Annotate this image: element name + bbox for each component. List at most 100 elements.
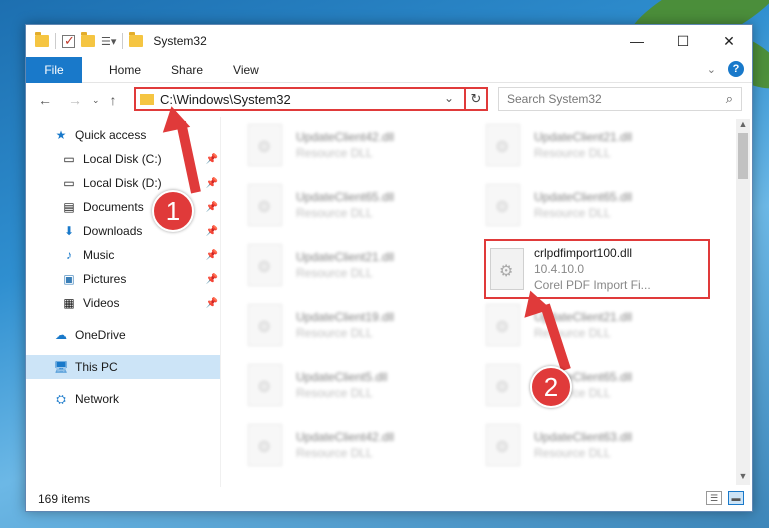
list-item[interactable]: UpdateClient65.dllResource DLL (486, 361, 716, 409)
pin-icon[interactable]: 📌 (206, 274, 218, 285)
sidebar-item-label: Local Disk (C:) (83, 152, 162, 166)
list-item[interactable]: UpdateClient42.dll Resource DLL (248, 421, 478, 469)
search-input[interactable]: Search System32 ⌕ (498, 87, 742, 111)
tab-view[interactable]: View (218, 63, 274, 77)
list-item[interactable]: UpdateClient21.dll Resource DLL (486, 121, 716, 169)
list-item[interactable]: UpdateClient42.dll Resource DLL (248, 121, 478, 169)
scrollbar-thumb[interactable] (738, 133, 748, 179)
properties-icon[interactable] (62, 33, 75, 49)
title-bar: ☰▾ System32 — ☐ ✕ (26, 25, 752, 57)
minimize-button[interactable]: — (614, 25, 660, 57)
scroll-up-icon[interactable]: ▲ (736, 119, 750, 133)
dll-file-icon (248, 364, 282, 406)
dll-file-icon (486, 424, 520, 466)
step-2-badge: 2 (530, 366, 572, 408)
file-name: UpdateClient65.dll (534, 190, 633, 204)
sidebar-item-label: Downloads (83, 224, 143, 238)
music-icon: ♪ (66, 248, 72, 262)
back-button[interactable]: ← (38, 92, 52, 108)
file-name: UpdateClient21.dll (534, 130, 633, 144)
network-icon: ⛭ (56, 391, 66, 406)
view-toggle: ☰ ▬ (706, 491, 744, 505)
scroll-down-icon[interactable]: ▼ (736, 471, 750, 485)
file-version: 10.4.10.0 (534, 262, 585, 276)
sidebar-item-downloads[interactable]: ⬇ Downloads 📌 (26, 219, 220, 243)
file-type: Resource DLL (296, 266, 373, 280)
file-name: UpdateClient19.dll (296, 310, 395, 324)
file-type: Resource DLL (296, 206, 373, 220)
videos-icon: ▦ (63, 296, 75, 310)
expand-ribbon-icon[interactable]: ⌄ (707, 63, 716, 76)
sidebar-item-label: This PC (75, 360, 118, 374)
address-bar[interactable]: C:\Windows\System32 ⌄ (134, 87, 488, 111)
navigation-bar: ← → ⌄ ↑ C:\Windows\System32 ⌄ ↻ Search S… (26, 83, 752, 117)
file-name: UpdateClient42.dll (296, 130, 395, 144)
folder-icon[interactable] (35, 32, 49, 47)
sidebar-item-onedrive[interactable]: ☁ OneDrive (26, 323, 220, 347)
new-folder-icon[interactable] (81, 32, 95, 47)
customize-toolbar-icon[interactable]: ☰▾ (101, 35, 116, 48)
list-item[interactable]: UpdateClient5.dll Resource DLL (248, 361, 478, 409)
sidebar-item-quick-access[interactable]: ★ Quick access (26, 123, 220, 147)
quick-access-toolbar: ☰▾ (26, 32, 144, 49)
dll-file-icon (248, 184, 282, 226)
separator (122, 33, 124, 49)
sidebar-item-label: Pictures (83, 272, 127, 286)
list-item[interactable]: UpdateClient63.dll Resource DLL (486, 421, 716, 469)
file-explorer-window: ☰▾ System32 — ☐ ✕ File Home Share View ⌄… (25, 24, 753, 512)
file-type: Resource DLL (296, 386, 373, 400)
list-item-highlighted[interactable]: crlpdfimport100.dll 10.4.10.0 Corel PDF … (484, 239, 710, 299)
sidebar-item-network[interactable]: ⛭ Network (26, 387, 220, 411)
close-button[interactable]: ✕ (706, 25, 752, 57)
large-icons-view-icon[interactable]: ▬ (728, 491, 744, 505)
sidebar-item-label: Local Disk (D:) (83, 176, 162, 190)
file-name: UpdateClient42.dll (296, 430, 395, 444)
sidebar-item-music[interactable]: ♪ Music 📌 (26, 243, 220, 267)
recent-locations-icon[interactable]: ⌄ (92, 95, 100, 106)
help-icon[interactable]: ? (728, 61, 744, 77)
file-type: Resource DLL (296, 446, 373, 460)
file-name: UpdateClient21.dll (296, 250, 395, 264)
sidebar-item-videos[interactable]: ▦ Videos 📌 (26, 291, 220, 315)
maximize-button[interactable]: ☐ (660, 25, 706, 57)
file-type: Resource DLL (534, 206, 611, 220)
documents-icon: ▤ (63, 200, 75, 214)
sidebar-item-label: Documents (83, 200, 144, 214)
status-bar: 169 items ☰ ▬ (26, 487, 752, 511)
pin-icon[interactable]: 📌 (206, 178, 218, 189)
drive-icon: ▭ (63, 176, 75, 190)
sidebar-item-label: Music (83, 248, 115, 262)
pin-icon[interactable]: 📌 (206, 154, 218, 165)
tab-home[interactable]: Home (94, 63, 156, 77)
pin-icon[interactable]: 📌 (206, 226, 218, 237)
list-item[interactable]: UpdateClient19.dll Resource DLL (248, 301, 478, 349)
downloads-icon: ⬇ (63, 224, 75, 238)
tab-share[interactable]: Share (156, 63, 218, 77)
forward-button[interactable]: → (68, 92, 82, 108)
sidebar-item-this-pc[interactable]: 🖥 This PC (26, 355, 220, 379)
file-type: Resource DLL (296, 326, 373, 340)
vertical-scrollbar[interactable]: ▲ ▼ (736, 119, 750, 485)
chevron-down-icon[interactable]: ⌄ (444, 91, 454, 105)
list-item[interactable]: UpdateClient65.dll Resource DLL (486, 181, 716, 229)
sidebar-item-pictures[interactable]: ▣ Pictures 📌 (26, 267, 220, 291)
pin-icon[interactable]: 📌 (206, 298, 218, 309)
folder-icon (129, 32, 144, 47)
file-type: Resource DLL (534, 146, 611, 160)
up-button[interactable]: ↑ (110, 92, 117, 108)
list-item[interactable]: UpdateClient65.dllResource DLL (248, 181, 478, 229)
ribbon-tabs: File Home Share View ⌄ ? (26, 56, 752, 83)
sidebar-item-label: Videos (83, 296, 120, 310)
pin-icon[interactable]: 📌 (206, 202, 218, 213)
refresh-button[interactable]: ↻ (464, 87, 488, 111)
pin-icon[interactable]: 📌 (206, 250, 218, 261)
window-title: System32 (153, 34, 207, 48)
list-item[interactable]: UpdateClient21.dll Resource DLL (248, 241, 478, 289)
pictures-icon: ▣ (63, 272, 75, 286)
details-view-icon[interactable]: ☰ (706, 491, 722, 505)
cloud-icon: ☁ (55, 328, 67, 342)
tab-file[interactable]: File (26, 56, 82, 83)
item-count: 169 items (38, 492, 91, 506)
